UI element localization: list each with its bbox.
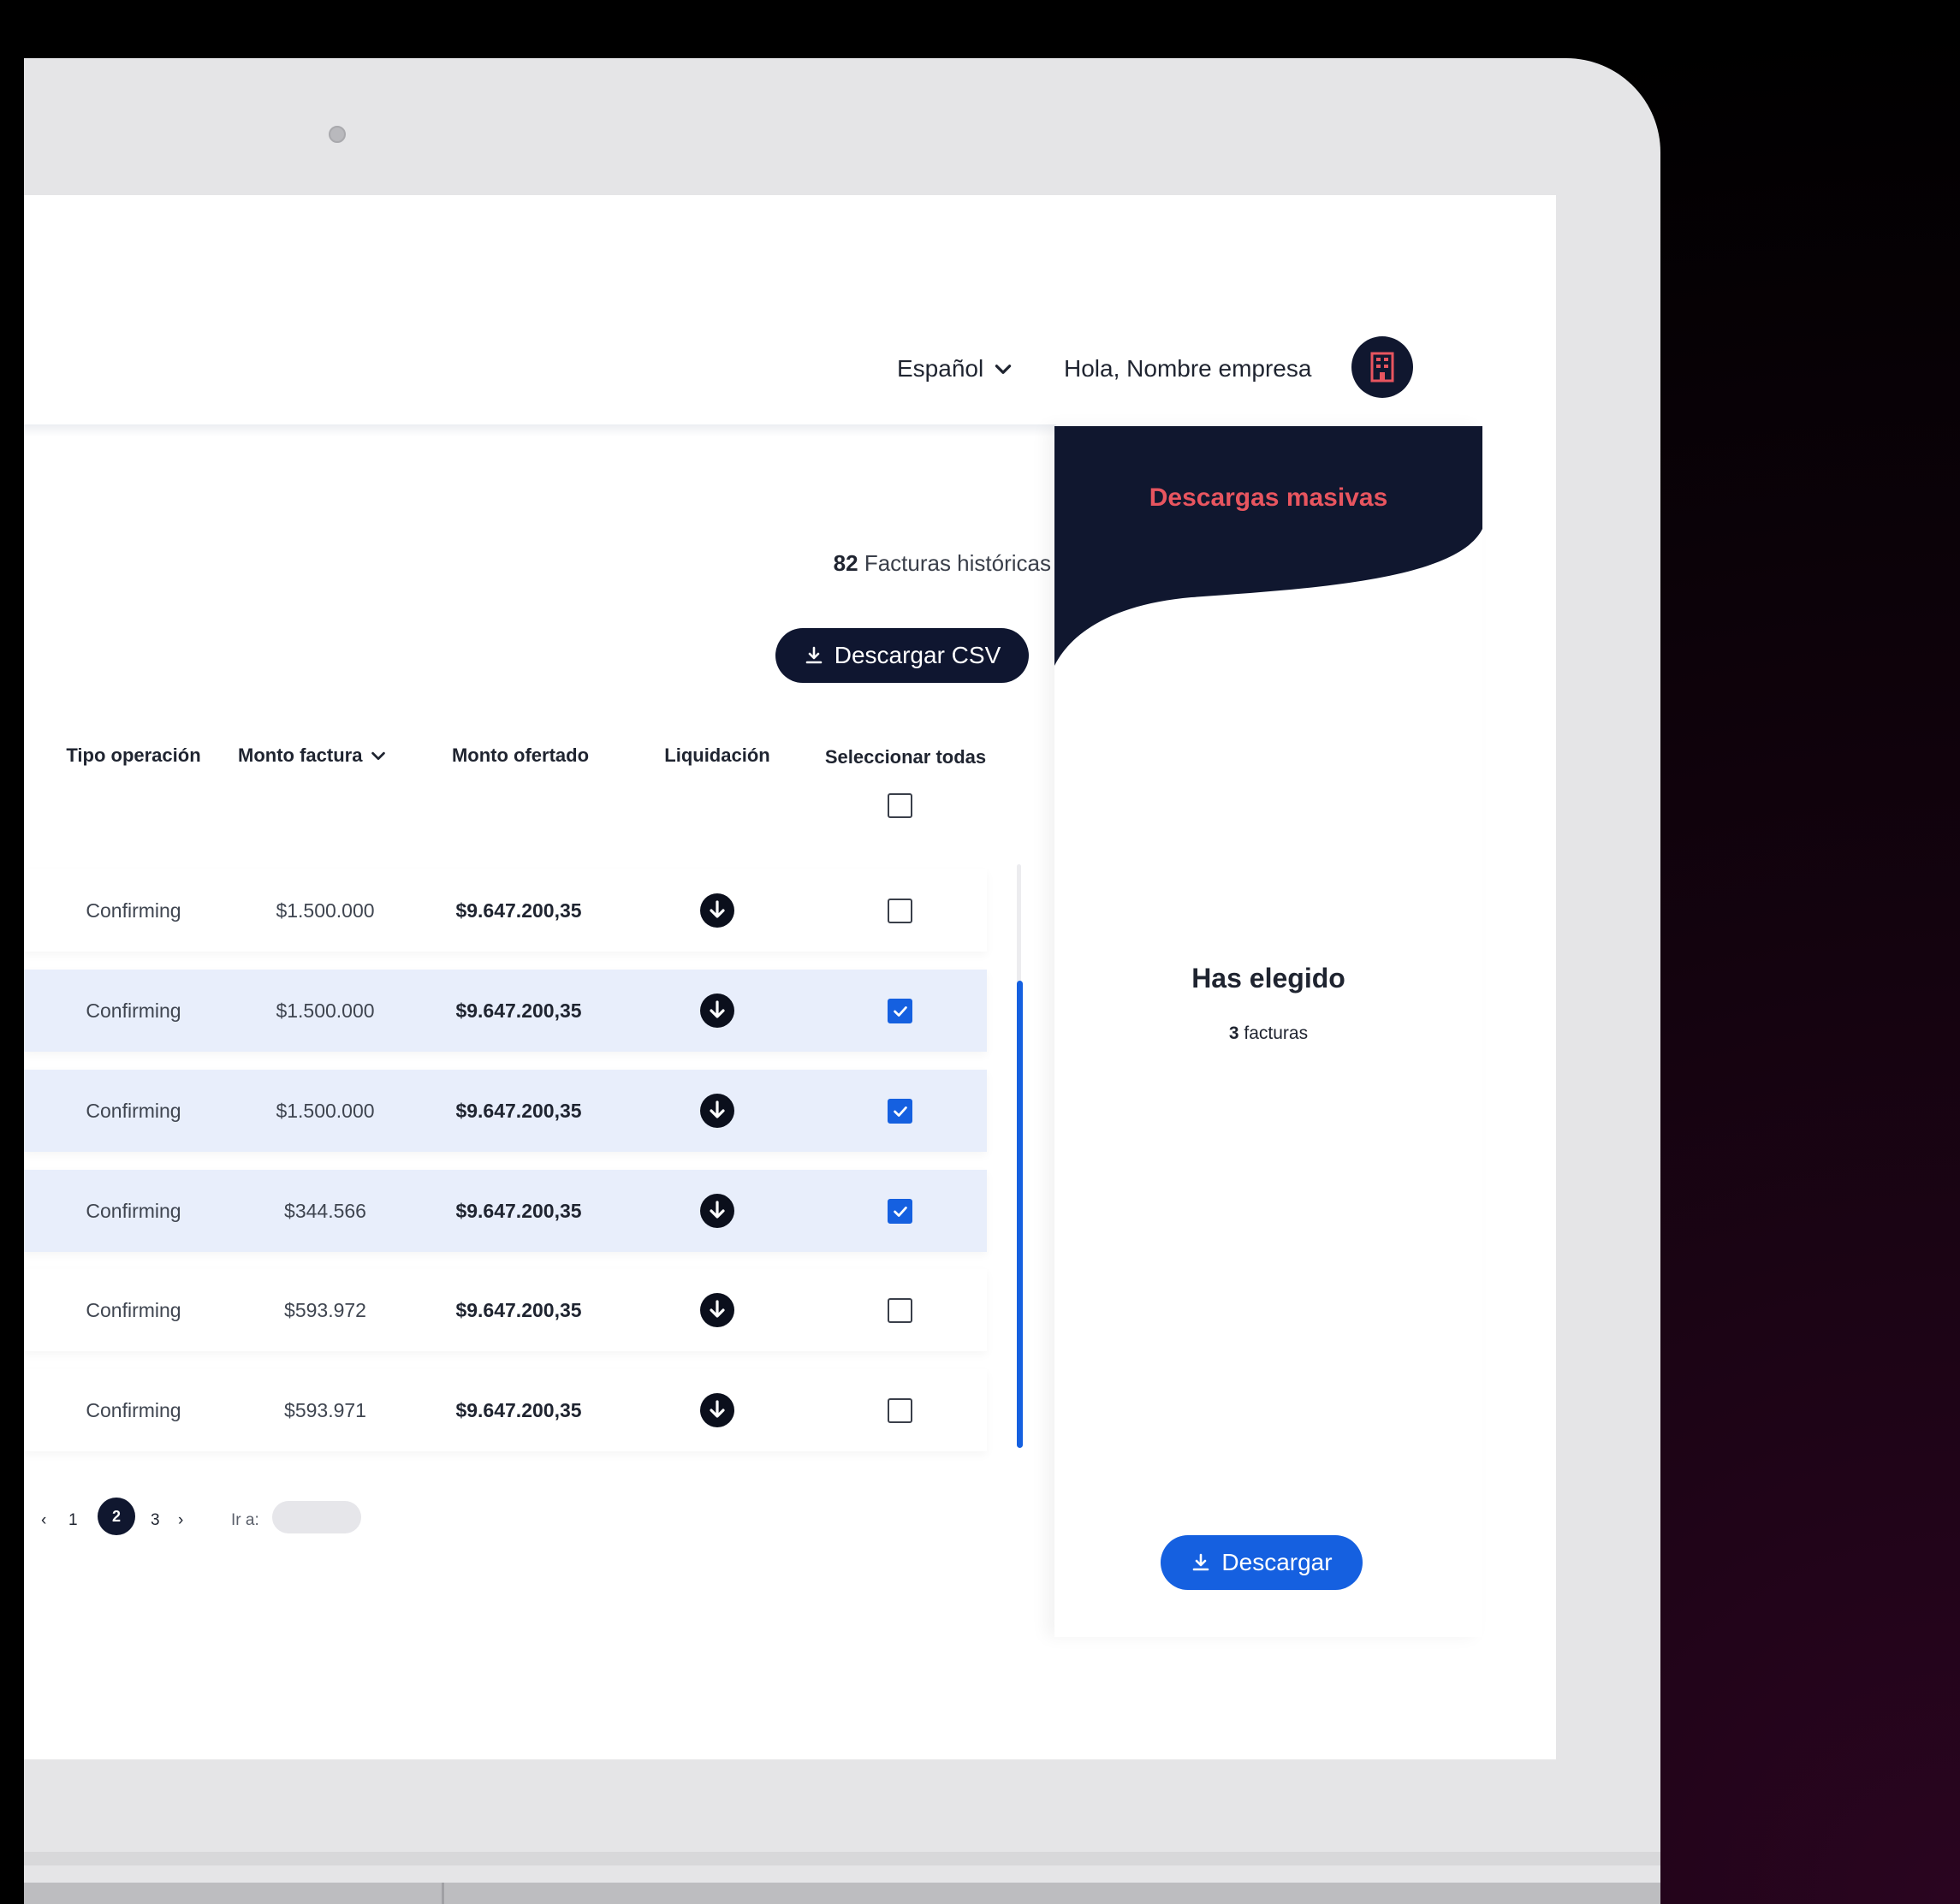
panel-title: Descargas masivas (1149, 483, 1388, 512)
download-circle-icon[interactable] (699, 1093, 735, 1129)
goto-page-input[interactable] (272, 1501, 361, 1533)
cell-monto-ofertado: $9.647.200,35 (455, 899, 582, 922)
bulk-download-button[interactable]: Descargar (1161, 1535, 1363, 1590)
download-circle-icon[interactable] (699, 893, 735, 928)
row-checkbox[interactable] (888, 1298, 912, 1323)
row-checkbox[interactable] (888, 999, 912, 1023)
column-header-liquidacion: Liquidación (664, 744, 770, 766)
cell-monto-factura: $1.500.000 (276, 1099, 375, 1122)
column-header-monto-factura[interactable]: Monto factura (238, 744, 388, 767)
download-csv-label: Descargar CSV (834, 642, 1001, 668)
cell-liquidacion (623, 1070, 811, 1152)
table-row[interactable]: Confirming $593.972 $9.647.200,35 (24, 1269, 987, 1351)
chosen-count-number: 3 (1228, 1023, 1239, 1043)
bulk-download-label: Descargar (1221, 1549, 1333, 1575)
cell-liquidacion (623, 970, 811, 1052)
bulk-download-panel: Descargas masivas Has elegido 3 facturas… (1054, 426, 1482, 1637)
column-header-monto-ofertado: Monto ofertado (451, 744, 590, 766)
select-all-checkbox[interactable] (888, 793, 912, 818)
table-row[interactable]: Confirming $344.566 $9.647.200,35 (24, 1170, 987, 1252)
pagination-page-1[interactable]: 1 (68, 1511, 78, 1530)
column-header-tipo-operacion: Tipo operación (66, 744, 201, 766)
table-row[interactable]: Confirming $1.500.000 $9.647.200,35 (24, 970, 987, 1052)
invoice-count-number: 82 (833, 550, 858, 576)
cell-tipo-operacion: Confirming (86, 1099, 181, 1122)
cell-monto-factura: $1.500.000 (276, 899, 375, 922)
cell-liquidacion (623, 1269, 811, 1351)
cell-monto-ofertado: $9.647.200,35 (455, 1099, 582, 1122)
pagination-prev[interactable]: ‹ (41, 1511, 46, 1530)
laptop-base-seam (442, 1883, 444, 1904)
cell-tipo-operacion: Confirming (86, 1398, 181, 1421)
pagination-next[interactable]: › (178, 1511, 183, 1530)
column-header-seleccionar-todas: Seleccionar todas (824, 746, 987, 768)
row-checkbox[interactable] (888, 899, 912, 923)
download-circle-icon[interactable] (699, 1193, 735, 1229)
pagination-page-current[interactable]: 2 (98, 1498, 135, 1535)
table-row[interactable]: Confirming $593.971 $9.647.200,35 (24, 1369, 987, 1451)
row-checkbox[interactable] (888, 1398, 912, 1423)
cell-liquidacion (623, 1170, 811, 1252)
pagination-page-3[interactable]: 3 (151, 1511, 160, 1530)
cell-monto-ofertado: $9.647.200,35 (455, 1298, 582, 1321)
goto-page-label: Ir a: (231, 1511, 259, 1529)
webcam (329, 126, 346, 143)
cell-monto-ofertado: $9.647.200,35 (455, 1199, 582, 1222)
laptop-base-strip (24, 1852, 1660, 1865)
chevron-down-icon (995, 365, 1012, 374)
panel-header-shape (1054, 426, 1482, 666)
table-row[interactable]: Confirming $1.500.000 $9.647.200,35 (24, 869, 987, 952)
row-checkbox[interactable] (888, 1099, 912, 1124)
check-icon (893, 1005, 907, 1017)
company-avatar[interactable] (1351, 336, 1413, 398)
check-icon (893, 1206, 907, 1217)
chosen-count-unit: facturas (1244, 1023, 1309, 1043)
table-row[interactable]: Confirming $1.500.000 $9.647.200,35 (24, 1070, 987, 1152)
cell-monto-ofertado: $9.647.200,35 (455, 999, 582, 1022)
column-header-monto-factura-label: Monto factura (238, 744, 363, 766)
cell-monto-factura: $1.500.000 (276, 999, 375, 1022)
chevron-down-icon (371, 751, 386, 761)
app-screen: Español Hola, Nombre empresa 82 Facturas… (24, 195, 1556, 1759)
header-divider (24, 424, 1056, 436)
user-greeting: Hola, Nombre empresa (1064, 355, 1312, 382)
cell-monto-factura: $593.971 (284, 1398, 366, 1421)
check-icon (893, 1106, 907, 1117)
cell-tipo-operacion: Confirming (86, 999, 181, 1022)
invoice-count: 82 Facturas históricas (777, 550, 1051, 577)
cell-tipo-operacion: Confirming (86, 1298, 181, 1321)
cell-liquidacion (623, 1369, 811, 1451)
language-label: Español (897, 355, 984, 382)
laptop-frame: Español Hola, Nombre empresa 82 Facturas… (24, 58, 1660, 1904)
chosen-title: Has elegido (1191, 963, 1345, 994)
cell-tipo-operacion: Confirming (86, 899, 181, 922)
download-circle-icon[interactable] (699, 993, 735, 1029)
download-csv-button[interactable]: Descargar CSV (775, 628, 1029, 683)
cell-monto-factura: $344.566 (284, 1199, 366, 1222)
chosen-count: 3 facturas (1054, 1023, 1482, 1044)
building-icon (1370, 352, 1394, 383)
laptop-base (24, 1883, 1660, 1904)
scrollbar-thumb[interactable] (1017, 981, 1023, 1448)
cell-tipo-operacion: Confirming (86, 1199, 181, 1222)
cell-liquidacion (623, 869, 811, 952)
download-icon (805, 646, 823, 664)
cell-monto-factura: $593.972 (284, 1298, 366, 1321)
download-circle-icon[interactable] (699, 1392, 735, 1428)
invoice-count-label: Facturas históricas (864, 550, 1051, 576)
cell-monto-ofertado: $9.647.200,35 (455, 1398, 582, 1421)
download-icon (1193, 1553, 1209, 1571)
download-circle-icon[interactable] (699, 1292, 735, 1328)
row-checkbox[interactable] (888, 1199, 912, 1224)
language-selector[interactable]: Español (897, 355, 1014, 383)
